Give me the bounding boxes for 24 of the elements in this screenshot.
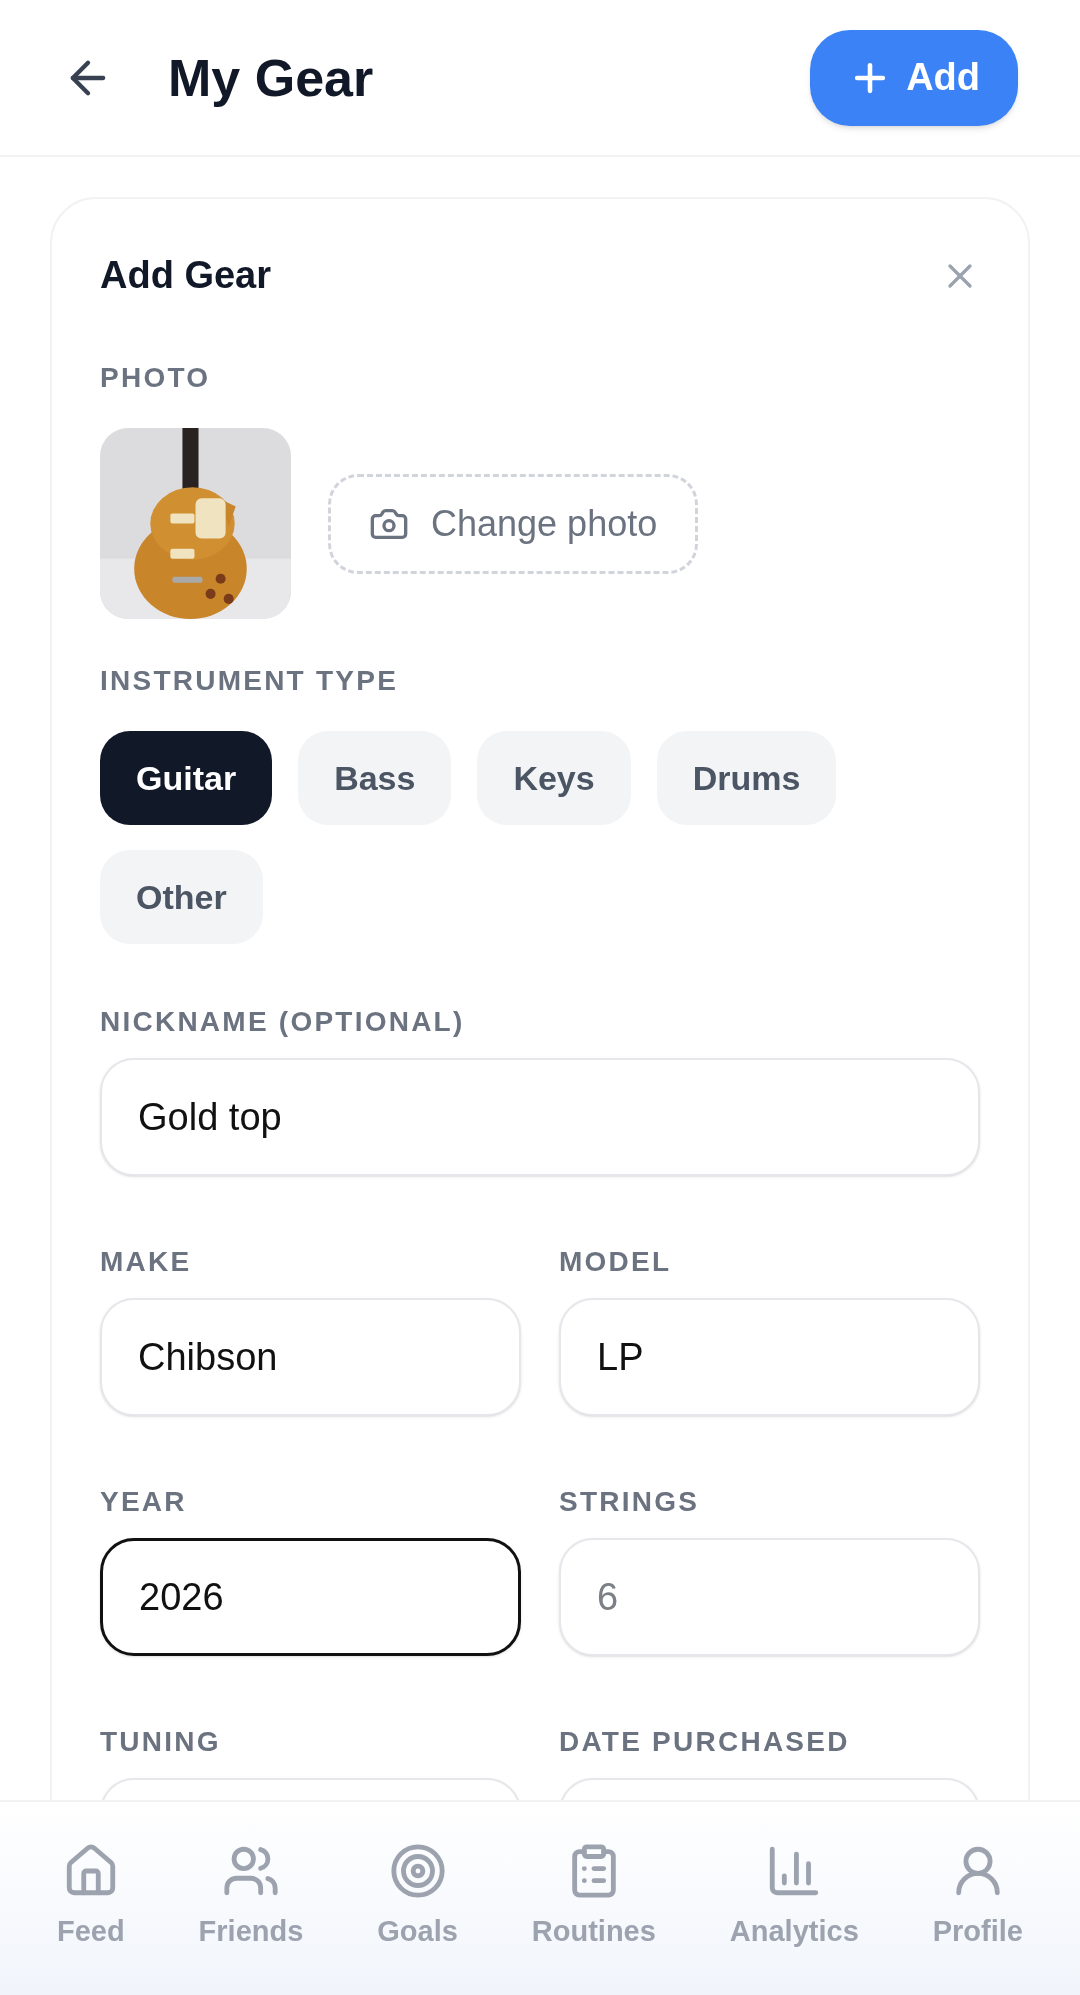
type-chip[interactable]: Keys: [477, 731, 631, 825]
field-label: MODEL: [559, 1248, 673, 1276]
input-field[interactable]: Chibson: [100, 1298, 521, 1416]
field-label: DATE PURCHASED: [559, 1728, 851, 1756]
input-field[interactable]: Gold top: [100, 1058, 980, 1176]
type-chip[interactable]: Bass: [298, 731, 452, 825]
field-label: TUNING: [100, 1728, 222, 1756]
field-label: MAKE: [100, 1248, 193, 1276]
field-label: YEAR: [100, 1488, 188, 1516]
field-label: NICKNAME (OPTIONAL): [100, 1008, 466, 1036]
change-photo-button[interactable]: Change photo: [328, 473, 699, 574]
goals-icon: [388, 1842, 447, 1900]
input-field[interactable]: 6: [559, 1538, 980, 1656]
type-chip[interactable]: Guitar: [100, 731, 273, 825]
input-field[interactable]: LP: [559, 1298, 980, 1416]
add-button[interactable]: Add: [810, 29, 1018, 126]
type-chip[interactable]: Drums: [656, 731, 837, 825]
section-label: INSTRUMENT TYPE: [100, 667, 400, 695]
card-title: Add Gear: [100, 253, 272, 298]
page-title: My Gear: [168, 47, 374, 109]
input-field[interactable]: 2026: [100, 1538, 521, 1656]
type-chip[interactable]: Other: [100, 850, 263, 944]
section-label: PHOTO: [100, 364, 212, 392]
field-label: STRINGS: [559, 1488, 701, 1516]
